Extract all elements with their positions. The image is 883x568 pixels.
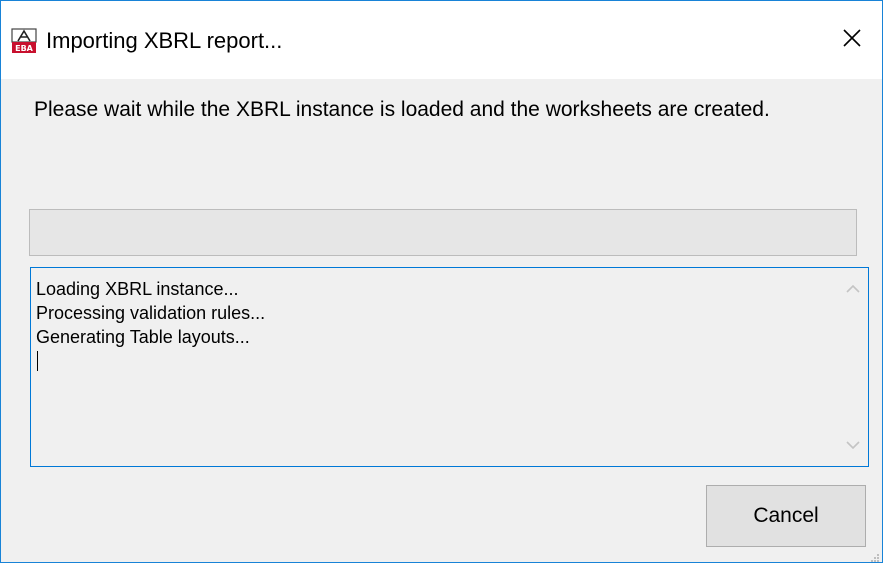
cancel-button[interactable]: Cancel bbox=[706, 485, 866, 547]
log-line-validation: Processing validation rules... bbox=[36, 303, 266, 323]
log-line-layouts: Generating Table layouts... bbox=[36, 327, 250, 347]
scroll-down-arrow-icon[interactable] bbox=[844, 436, 862, 454]
progress-bar bbox=[29, 209, 857, 256]
import-dialog: EBA Importing XBRL report... Please wait… bbox=[0, 0, 883, 563]
close-button[interactable] bbox=[822, 1, 882, 79]
log-text: Loading XBRL instance... Processing vali… bbox=[36, 277, 265, 371]
svg-text:EBA: EBA bbox=[15, 44, 34, 53]
close-icon bbox=[842, 28, 862, 53]
log-textarea[interactable]: Loading XBRL instance... Processing vali… bbox=[30, 267, 869, 467]
resize-grip-icon[interactable] bbox=[870, 550, 880, 562]
log-line-loading: Loading XBRL instance... bbox=[36, 279, 239, 299]
text-caret bbox=[37, 351, 38, 371]
window-title: Importing XBRL report... bbox=[46, 28, 283, 53]
eba-app-icon: EBA bbox=[11, 28, 37, 54]
vertical-scrollbar[interactable] bbox=[838, 268, 868, 466]
status-message: Please wait while the XBRL instance is l… bbox=[34, 98, 770, 121]
title-bar: EBA Importing XBRL report... bbox=[1, 1, 882, 79]
scroll-up-arrow-icon[interactable] bbox=[844, 280, 862, 298]
